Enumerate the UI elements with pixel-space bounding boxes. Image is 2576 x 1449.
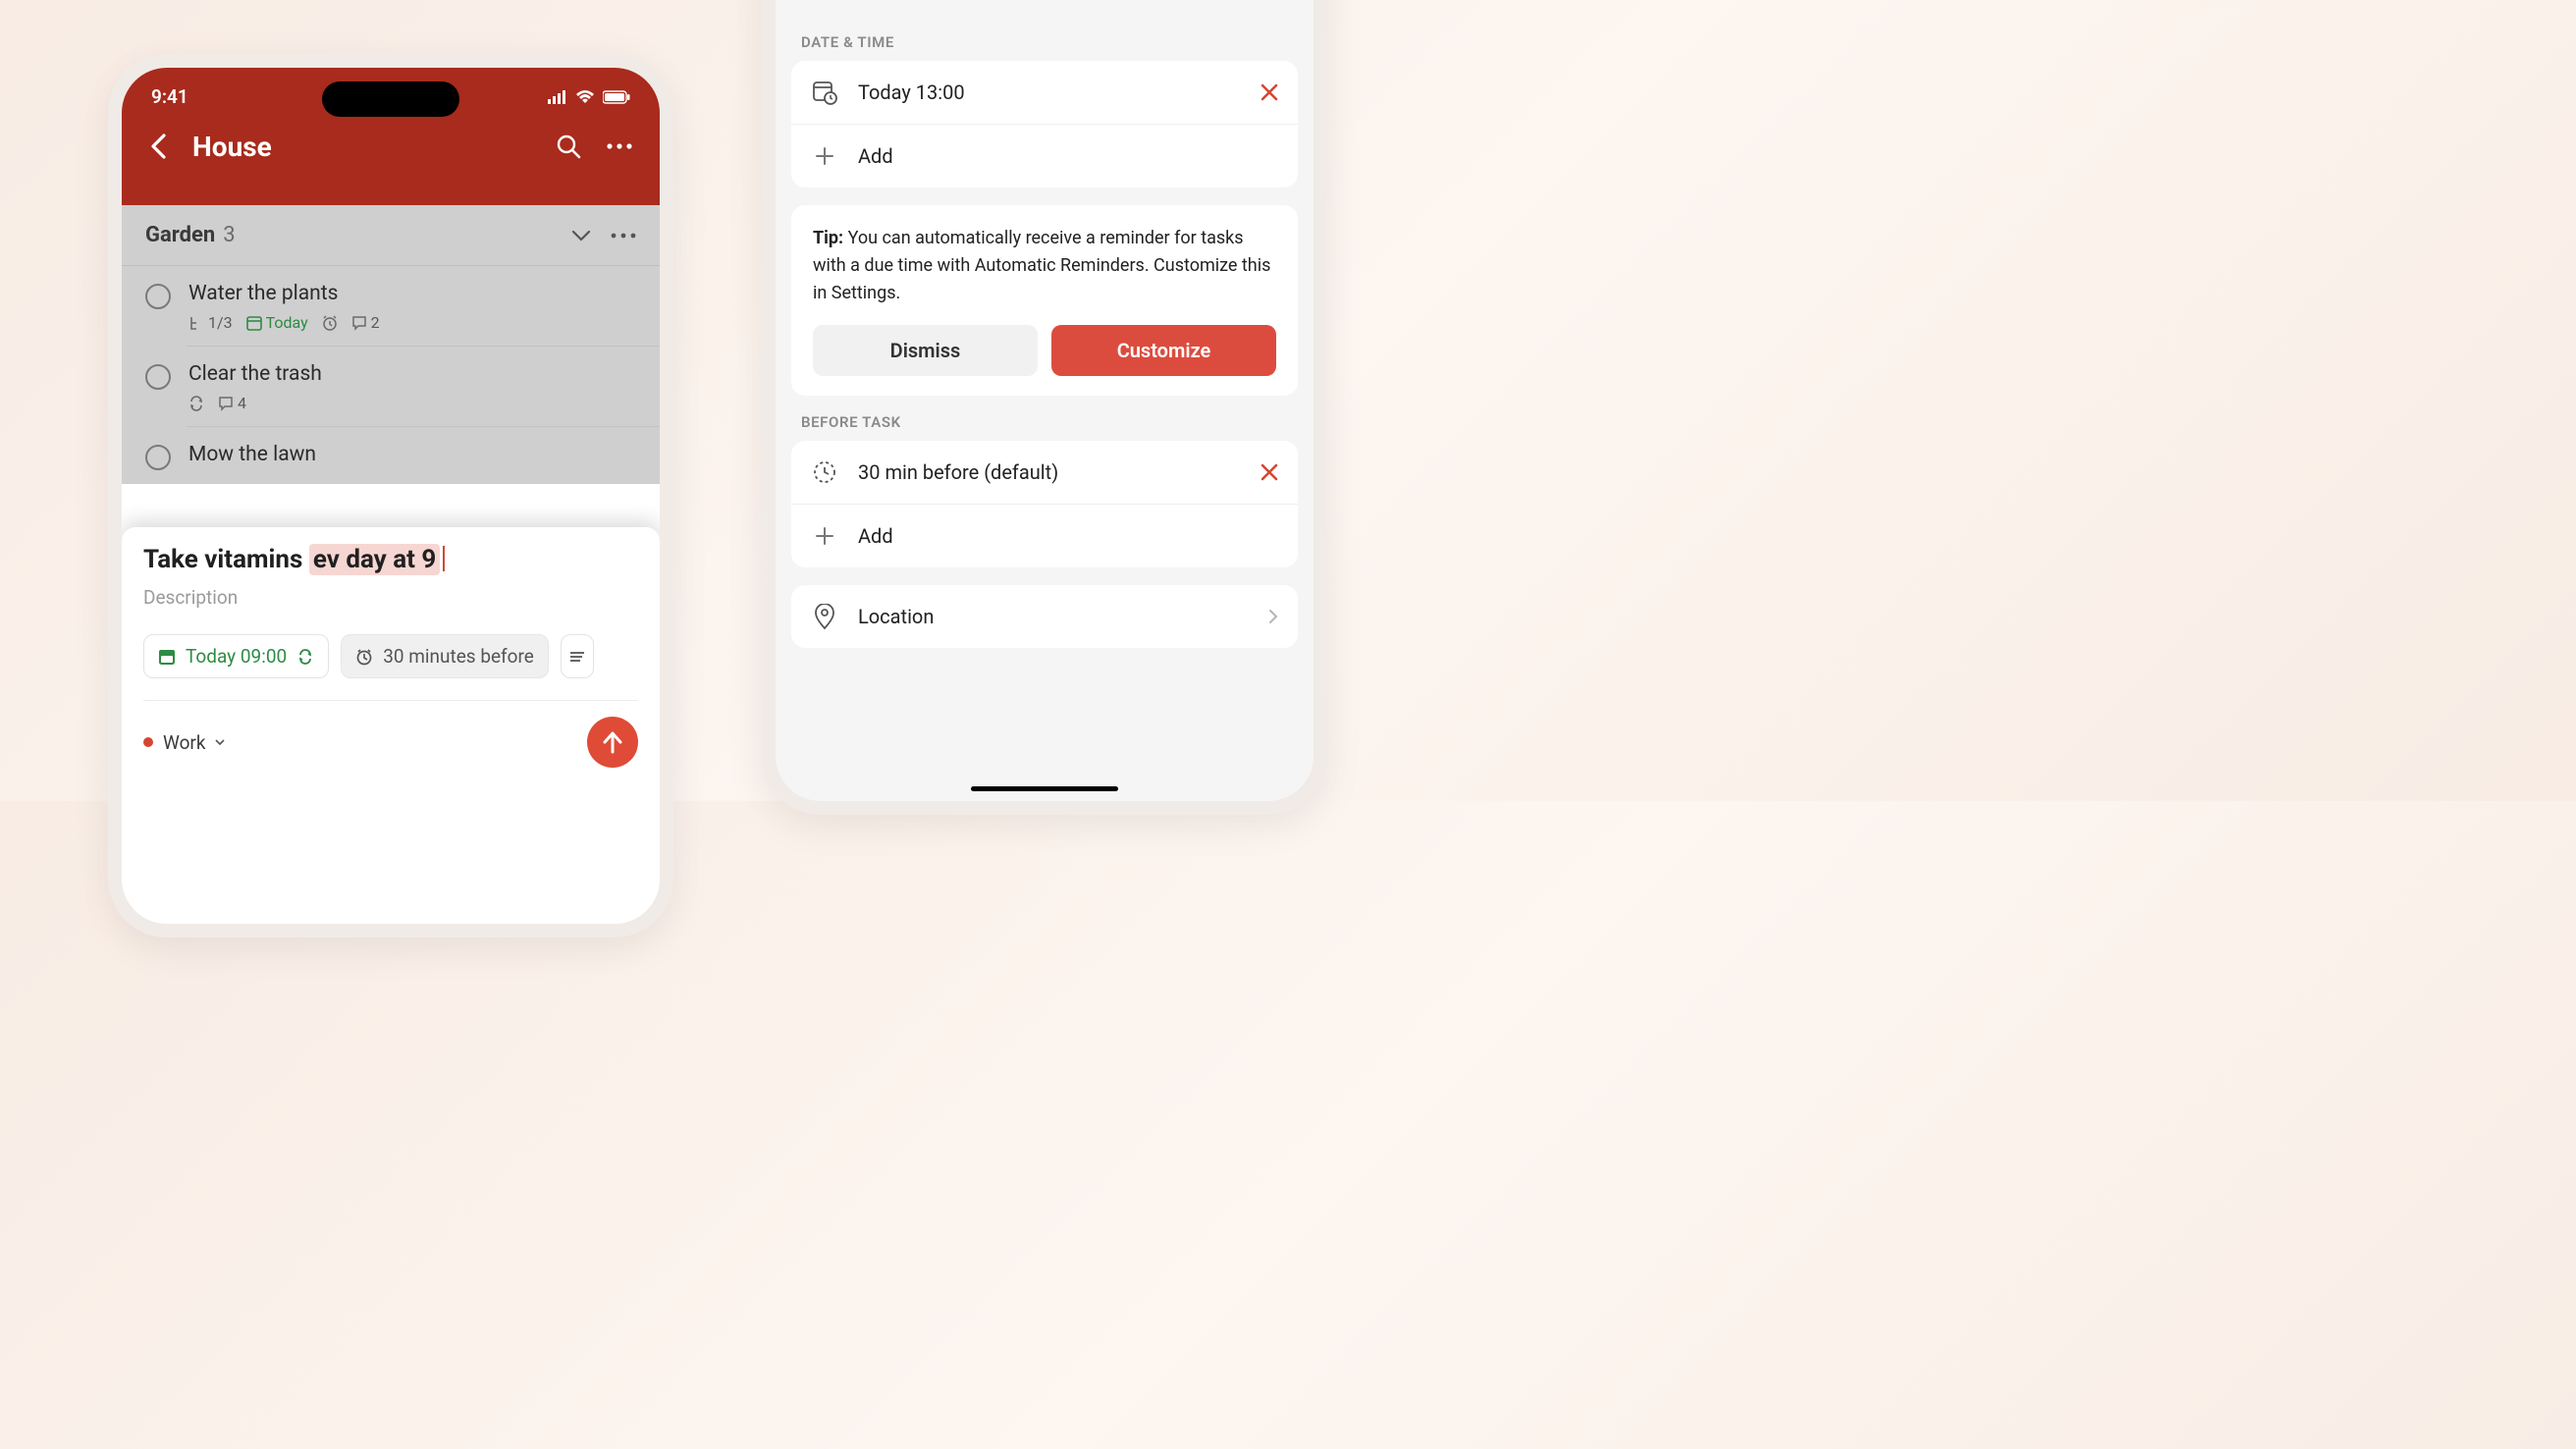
section-header[interactable]: Garden 3: [122, 205, 660, 266]
task-title: Water the plants: [188, 282, 636, 305]
task-name-input[interactable]: Take vitamins ev day at 9: [143, 545, 638, 574]
plus-icon: [811, 142, 838, 170]
tip-body: You can automatically receive a reminder…: [813, 228, 1270, 303]
description-input[interactable]: Description: [143, 586, 638, 609]
task-row[interactable]: Water the plants 1/3 Today: [122, 266, 660, 346]
date-chip: Today: [246, 313, 308, 332]
comments-icon: 2: [351, 313, 380, 332]
home-indicator: [971, 786, 1118, 791]
caret-down-icon: [215, 739, 225, 746]
customize-button[interactable]: Customize: [1051, 325, 1276, 376]
recurring-icon: [296, 648, 314, 666]
tip-prefix: Tip:: [813, 228, 843, 248]
due-date-chip[interactable]: Today 09:00: [143, 634, 329, 678]
add-before-row[interactable]: Add: [791, 505, 1298, 567]
plus-icon: [811, 522, 838, 550]
datetime-card: Today 13:00 Add: [791, 61, 1298, 188]
notch: [322, 81, 459, 117]
before-task-card: 30 min before (default) Add: [791, 441, 1298, 567]
task-list-dimmed: Garden 3 Water the plants: [122, 205, 660, 484]
reminder-chip[interactable]: 30 minutes before: [341, 634, 549, 678]
datetime-row[interactable]: Today 13:00: [791, 61, 1298, 125]
dismiss-button[interactable]: Dismiss: [813, 325, 1038, 376]
remove-datetime-icon[interactable]: [1261, 83, 1278, 101]
section-label-before: BEFORE TASK: [776, 413, 1314, 441]
chevron-right-icon: [1268, 609, 1278, 624]
task-row[interactable]: Mow the lawn: [122, 427, 660, 484]
alarm-icon: [355, 648, 373, 666]
search-icon[interactable]: [552, 130, 585, 163]
wifi-icon: [575, 90, 595, 104]
task-title: Mow the lawn: [188, 443, 636, 466]
tip-card: Tip: You can automatically receive a rem…: [791, 205, 1298, 396]
phone-right: DATE & TIME Today 13:00: [762, 0, 1327, 815]
section-count: 3: [223, 223, 571, 247]
submit-button[interactable]: [587, 717, 638, 768]
task-checkbox[interactable]: [145, 284, 171, 309]
more-icon[interactable]: [603, 130, 636, 163]
section-label-datetime: DATE & TIME: [776, 33, 1314, 61]
app-header: 9:41: [122, 68, 660, 205]
section-title: Garden: [145, 223, 215, 247]
phone-left: 9:41: [108, 54, 673, 938]
alarm-icon: [322, 315, 338, 331]
before-task-row[interactable]: 30 min before (default): [791, 441, 1298, 505]
comments-icon: 4: [218, 394, 246, 412]
arrow-up-icon: [602, 730, 623, 754]
task-title: Clear the trash: [188, 362, 636, 386]
subtasks-icon: 1/3: [188, 313, 233, 332]
task-row[interactable]: Clear the trash 4: [122, 347, 660, 426]
calendar-icon: [158, 648, 176, 666]
location-row[interactable]: Location: [791, 585, 1298, 648]
more-options-chip[interactable]: [561, 634, 594, 678]
status-time: 9:41: [151, 85, 188, 108]
chevron-down-icon[interactable]: [571, 230, 591, 242]
section-more-icon[interactable]: [611, 233, 636, 239]
remove-before-icon[interactable]: [1261, 463, 1278, 481]
task-checkbox[interactable]: [145, 445, 171, 470]
recurring-icon: [188, 396, 204, 411]
project-color-dot: [143, 737, 153, 747]
text-cursor: [443, 546, 445, 571]
project-selector[interactable]: Work: [143, 731, 225, 754]
signal-icon: [548, 90, 567, 104]
add-datetime-row[interactable]: Add: [791, 125, 1298, 188]
page-title: House: [192, 131, 534, 163]
calendar-clock-icon: [811, 79, 838, 106]
task-checkbox[interactable]: [145, 364, 171, 390]
back-icon[interactable]: [141, 130, 175, 163]
location-card: Location: [791, 585, 1298, 648]
location-pin-icon: [811, 603, 838, 630]
timer-icon: [811, 458, 838, 486]
status-icons: [548, 90, 630, 104]
quick-add-sheet: Take vitamins ev day at 9 Description To…: [122, 527, 660, 924]
battery-icon: [603, 90, 630, 104]
